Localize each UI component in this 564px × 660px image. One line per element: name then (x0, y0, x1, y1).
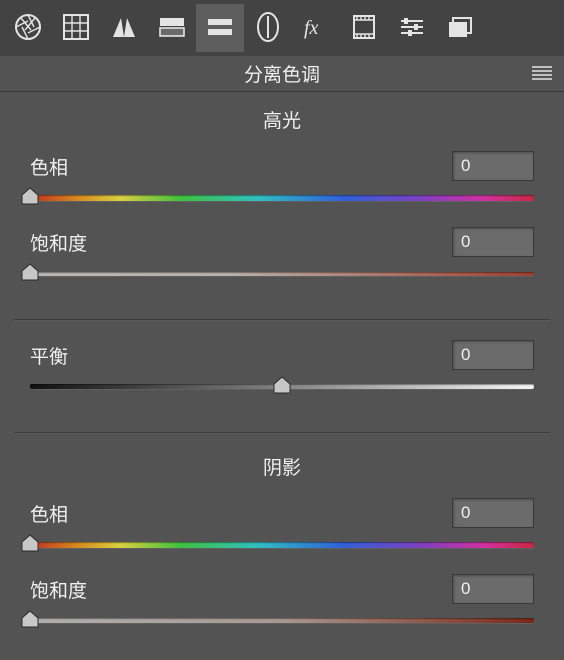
panel-tabs-toolbar: fx (0, 0, 564, 56)
shadows-saturation-label: 饱和度 (30, 576, 87, 603)
saturation-gradient-track (30, 618, 534, 623)
highlights-hue-slider[interactable] (30, 187, 534, 209)
highlights-section: 高光 色相 饱和度 (0, 92, 564, 313)
split-toning-tab[interactable] (196, 4, 244, 52)
highlights-hue-row: 色相 (30, 151, 534, 181)
triangles-icon (109, 12, 139, 45)
shadows-saturation-row: 饱和度 (30, 574, 534, 604)
menu-lines-icon (532, 66, 552, 83)
svg-text:fx: fx (304, 17, 319, 39)
shadows-title: 阴影 (30, 453, 534, 480)
highlights-saturation-slider[interactable] (30, 263, 534, 285)
divider (14, 432, 550, 433)
panel-title: 分离色调 (12, 60, 552, 87)
balance-row: 平衡 (30, 340, 534, 370)
highlights-hue-input[interactable] (452, 151, 534, 181)
slider-thumb[interactable] (20, 610, 40, 628)
highlights-title: 高光 (30, 106, 534, 133)
shadows-hue-input[interactable] (452, 498, 534, 528)
fx-icon: fx (301, 12, 331, 45)
hsl-tab[interactable] (148, 4, 196, 52)
lens-corrections-tab[interactable] (244, 4, 292, 52)
divider (14, 319, 550, 320)
sliders-icon (397, 12, 427, 45)
hue-gradient-track (30, 542, 534, 548)
detail-tab[interactable] (100, 4, 148, 52)
grid-icon (61, 12, 91, 45)
shadows-hue-row: 色相 (30, 498, 534, 528)
aperture-icon (13, 12, 43, 45)
panel-header: 分离色调 (0, 56, 564, 92)
highlights-saturation-label: 饱和度 (30, 229, 87, 256)
slider-thumb[interactable] (20, 187, 40, 205)
highlights-saturation-row: 饱和度 (30, 227, 534, 257)
highlights-saturation-input[interactable] (452, 227, 534, 257)
stack-icon (445, 12, 475, 45)
presets-tab[interactable] (388, 4, 436, 52)
split-tone-icon (205, 12, 235, 45)
shadows-hue-label: 色相 (30, 500, 68, 527)
panel-menu-button[interactable] (528, 62, 556, 86)
basic-tab[interactable] (4, 4, 52, 52)
saturation-gradient-track (30, 272, 534, 276)
filmstrip-icon (349, 12, 379, 45)
shadows-saturation-slider[interactable] (30, 610, 534, 632)
balance-slider[interactable] (30, 376, 534, 398)
slider-thumb[interactable] (20, 263, 40, 281)
hue-gradient-track (30, 195, 534, 201)
lens-icon (253, 12, 283, 45)
effects-tab[interactable]: fx (292, 4, 340, 52)
balance-section: 平衡 (0, 326, 564, 426)
calibration-tab[interactable] (340, 4, 388, 52)
slider-thumb[interactable] (20, 534, 40, 552)
snapshots-tab[interactable] (436, 4, 484, 52)
balance-input[interactable] (452, 340, 534, 370)
hsl-icon (157, 12, 187, 45)
shadows-hue-slider[interactable] (30, 534, 534, 556)
shadows-section: 阴影 色相 饱和度 (0, 439, 564, 660)
tone-curve-tab[interactable] (52, 4, 100, 52)
highlights-hue-label: 色相 (30, 153, 68, 180)
shadows-saturation-input[interactable] (452, 574, 534, 604)
slider-thumb[interactable] (272, 376, 292, 394)
balance-label: 平衡 (30, 342, 68, 369)
